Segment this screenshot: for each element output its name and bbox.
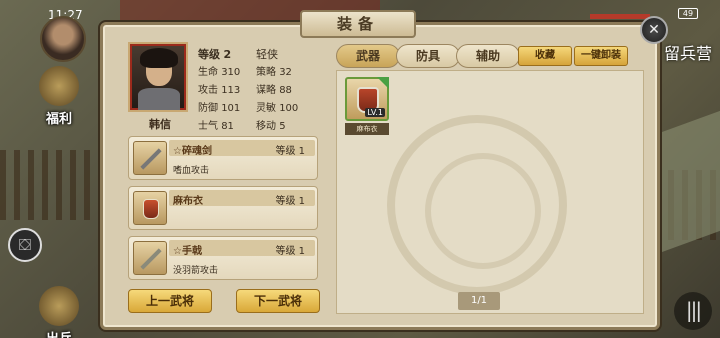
level-label: 等级: [198, 48, 220, 61]
background-hill: [660, 107, 720, 253]
hero-info-column: 韩信 等级 2 轻侠 生命 310 策略 32 攻击 113 谋略 88 防御 …: [118, 40, 328, 318]
portrait-body: [138, 88, 180, 110]
new-badge-icon: [377, 77, 389, 89]
collect-button[interactable]: 收藏: [518, 46, 572, 66]
welfare-icon: [39, 66, 79, 106]
welfare-label: 福利: [45, 112, 72, 127]
stat-tactics: 谋略 88: [256, 85, 292, 96]
mask-icon[interactable]: ⛋: [8, 228, 42, 262]
stat-row-level: 等级 2 轻侠: [198, 46, 322, 64]
level-value: 2: [223, 48, 232, 61]
deploy-button[interactable]: 出兵: [34, 286, 84, 338]
stat-hp: 生命 310: [198, 67, 241, 78]
equipped-assist-card[interactable]: ☆手戟 等级 1 没羽箭攻击: [128, 236, 318, 280]
sword-icon: [133, 141, 167, 175]
page-indicator: 1/1: [458, 292, 500, 310]
barracks-label[interactable]: 留兵营: [664, 40, 712, 64]
tab-assist[interactable]: 辅助: [456, 44, 520, 68]
player-avatar[interactable]: [40, 16, 86, 62]
tab-weapon[interactable]: 武器: [336, 44, 400, 68]
equip-name: ☆手戟: [173, 246, 202, 257]
unequip-all-button[interactable]: 一键卸装: [574, 46, 628, 66]
equipped-armor-card[interactable]: 麻布衣 等级 1: [128, 186, 318, 230]
stat-morale: 士气 81: [198, 121, 234, 132]
next-hero-button[interactable]: 下一武将: [236, 289, 320, 313]
stat-row: 生命 310 策略 32: [198, 64, 322, 82]
inventory-item[interactable]: LV.1: [345, 77, 389, 121]
hp-bar: [590, 14, 650, 19]
hero-stats: 等级 2 轻侠 生命 310 策略 32 攻击 113 谋略 88 防御 101…: [198, 46, 322, 136]
stat-strategy: 策略 32: [256, 67, 292, 78]
hero-name: 韩信: [149, 118, 171, 131]
equip-skill: 没羽箭攻击: [173, 266, 219, 276]
halberd-icon: [133, 241, 167, 275]
equip-skill: 嗜血攻击: [173, 166, 210, 176]
stat-move: 移动 5: [256, 121, 286, 132]
inventory-grid: LV.1 麻布衣: [336, 70, 644, 314]
stat-row: 士气 81 移动 5: [198, 118, 322, 136]
close-icon[interactable]: ✕: [640, 16, 668, 44]
stat-defense: 防御 101: [198, 103, 241, 114]
stat-row: 攻击 113 谋略 88: [198, 82, 322, 100]
deploy-icon: [39, 286, 79, 326]
battery-icon: 49: [678, 8, 698, 19]
equip-name: ☆碎魂剑: [173, 146, 212, 157]
equip-level: 等级 1: [275, 196, 305, 207]
tab-armor[interactable]: 防具: [396, 44, 460, 68]
hero-portrait: [128, 42, 188, 112]
hero-class: 轻侠: [256, 48, 278, 61]
inventory-item-name: 麻布衣: [345, 123, 389, 135]
portrait-hair: [140, 48, 178, 68]
welfare-button[interactable]: 福利: [34, 66, 84, 127]
armor-icon: [133, 191, 167, 225]
equip-name: 麻布衣: [173, 196, 203, 207]
prev-hero-button[interactable]: 上一武将: [128, 289, 212, 313]
stat-attack: 攻击 113: [198, 85, 241, 96]
menu-bars-icon[interactable]: |||: [674, 292, 712, 330]
dragon-emblem-watermark: [387, 115, 567, 295]
level-text: 等级 2: [198, 46, 256, 64]
equip-level: 等级 1: [275, 246, 305, 257]
panel-title: 装备: [300, 10, 416, 38]
equipped-weapon-card[interactable]: ☆碎魂剑 等级 1 嗜血攻击: [128, 136, 318, 180]
item-level-badge: LV.1: [365, 108, 385, 117]
stat-agility: 灵敏 100: [256, 103, 299, 114]
stat-row: 防御 101 灵敏 100: [198, 100, 322, 118]
deploy-label: 出兵: [46, 332, 72, 338]
equip-level: 等级 1: [275, 146, 305, 157]
